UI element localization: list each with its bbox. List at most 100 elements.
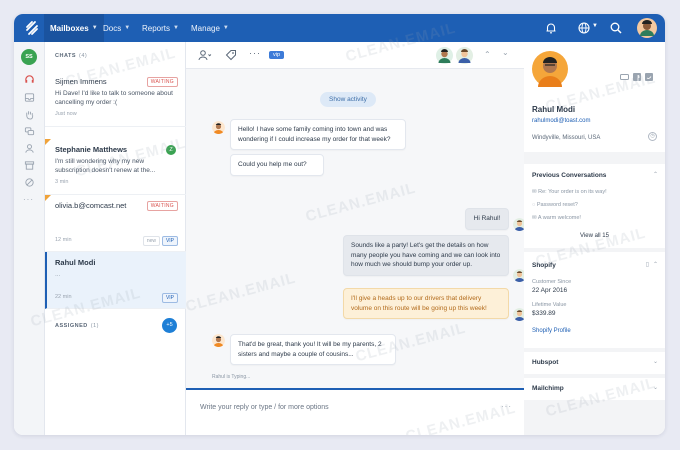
assigned-count: (1) [90,323,99,329]
lifetime-value-label: Lifetime Value [532,302,567,308]
agent-message: Hi Rahul! [465,208,509,230]
chat-item[interactable]: Stephanie Matthews Z I'm still wondering… [45,139,186,195]
blocked-icon[interactable] [24,177,35,188]
inbox-icon[interactable] [24,92,35,103]
twitter-icon[interactable] [645,73,653,81]
conversation-link-label: Password reset? [536,202,578,208]
customer-avatar [212,121,225,134]
nav-reports-label: Reports [142,23,171,33]
chevron-down-icon: ▼ [173,25,179,31]
customer-message: That'd be great, thank you! It will be m… [230,334,396,365]
person-icon[interactable] [24,143,35,154]
chevron-down-icon: ⌄ [652,385,658,391]
conversation-link-label: A warm welcome! [537,215,581,221]
conversation-link[interactable]: ✉ A warm welcome! [532,215,581,221]
chat-list-panel: CHATS (4) Sijmen Immens WAITING Hi Dave! … [45,42,186,435]
mobile-icon[interactable] [620,74,629,81]
chevron-up-icon[interactable]: ⌃ [653,171,658,178]
trash-icon[interactable]: ▯ [646,261,649,268]
search-icon[interactable] [609,21,623,35]
chat-item-time: 3 min [55,179,69,185]
hubspot-title: Hubspot [532,359,559,366]
customer-avatar[interactable] [436,47,453,64]
status-badge: WAITING [146,201,178,211]
internal-note-message: I'll give a heads up to our drivers that… [343,288,509,319]
nav-mailboxes[interactable]: Mailboxes ▼ [44,14,104,42]
nav-manage-label: Manage [191,23,220,33]
chat-item-time: Just now [55,111,77,117]
previous-conversations-title[interactable]: Previous Conversations [532,172,606,179]
shopify-title[interactable]: Shopify [532,262,556,269]
app-window: Mailboxes ▼ Docs ▼ Reports ▼ Manage ▼ ▼ SS ·… [14,14,665,435]
reply-input[interactable]: Write your reply or type / for more opti… [200,404,329,411]
profile-avatar [532,51,568,87]
chat-item-selected[interactable]: Rahul Modi ... 22 min VIP [45,252,186,309]
nav-manage[interactable]: Manage ▼ [191,14,229,42]
user-avatar[interactable] [637,18,657,38]
customer-avatar [212,334,225,347]
conversation-tag[interactable]: vip [269,51,285,59]
chat-item-time: 12 min [55,237,72,243]
chevron-down-icon[interactable]: ⌄ [502,48,509,57]
chevron-up-icon[interactable]: ⌃ [484,50,491,59]
reply-options-icon[interactable]: ··· [501,402,512,411]
headset-icon[interactable] [24,74,35,85]
helpscout-logo-icon[interactable] [24,20,40,36]
customer-message: Could you help me out? [230,154,324,176]
reply-area[interactable]: Write your reply or type / for more opti… [186,388,524,435]
chat-item[interactable]: Sijmen Immens WAITING Hi Dave! I'd like … [45,71,186,127]
globe-icon[interactable] [577,21,591,35]
profile-card: Rahul Modi rahulmodi@toast.com Windyvill… [524,42,665,152]
conversation-link[interactable]: ◌ Password reset? [532,202,578,208]
mailchimp-title: Mailchimp [532,385,564,392]
nav-docs[interactable]: Docs ▼ [103,14,130,42]
chats-header-label: CHATS [55,53,77,59]
more-options-icon[interactable]: ··· [249,48,261,58]
customer-message: Hello! I have some family coming into to… [230,119,406,150]
facebook-icon[interactable] [633,73,641,81]
profile-email[interactable]: rahulmodi@toast.com [532,118,590,124]
assigned-more-badge[interactable]: +5 [162,318,177,333]
assigned-label: ASSIGNED [55,323,88,329]
customer-since-value: 22 Apr 2016 [532,287,568,294]
archive-icon[interactable] [24,160,35,171]
vip-badge: VIP [161,293,178,303]
view-all-conversations-link[interactable]: View all 15 [524,233,665,239]
customer-profile-panel: Rahul Modi rahulmodi@toast.com Windyvill… [524,42,665,435]
assignee-avatar: Z [166,145,176,155]
chat-item-name: olivia.b@comcast.net [55,201,127,210]
assigned-section-header[interactable]: ASSIGNED (1) [55,323,99,329]
bell-icon[interactable] [544,21,558,35]
conversation-link[interactable]: ✉ Re: Your order is on its way! [532,189,607,195]
hubspot-card[interactable]: Hubspot ⌄ [524,352,665,374]
agent-avatar[interactable] [456,47,473,64]
conversation-panel: ··· vip ⌃ ⌄ Show activity Hello! I have … [186,42,526,435]
lifetime-value: $339.89 [532,310,556,317]
customer-since-label: Customer Since [532,279,572,285]
hand-icon[interactable] [24,109,35,120]
chevron-down-icon: ▼ [124,25,131,31]
top-navigation-bar: Mailboxes ▼ Docs ▼ Reports ▼ Manage ▼ ▼ [14,14,665,42]
more-icon[interactable]: ··· [23,195,34,204]
nav-mailboxes-label: Mailboxes [50,23,89,33]
show-activity-button[interactable]: Show activity [320,92,376,107]
profile-location: Windyville, Missouri, USA [532,135,601,141]
clock-icon[interactable]: ◷ [648,132,657,141]
tag-icon[interactable] [225,49,237,61]
envelope-icon: ✉ [532,215,537,221]
chat-item[interactable]: olivia.b@comcast.net WAITING 12 min new … [45,195,186,252]
assign-user-icon[interactable] [198,49,212,61]
chat-icon: ◌ [532,202,536,208]
chat-item-preview: I'm still wondering why my new subscript… [55,158,156,174]
tag-badge: new [142,236,160,246]
chat-item-preview: Hi Dave! I'd like to talk to someone abo… [55,90,173,106]
profile-name: Rahul Modi [532,105,576,114]
chat-bubbles-icon[interactable] [24,126,35,137]
mailchimp-card[interactable]: Mailchimp ⌄ [524,378,665,400]
chevron-down-icon: ▼ [91,25,98,31]
nav-reports[interactable]: Reports ▼ [142,14,179,42]
chat-item-name: Stephanie Matthews [55,145,128,154]
shopify-profile-link[interactable]: Shopify Profile [532,328,571,334]
chevron-up-icon[interactable]: ⌃ [653,261,658,268]
mailbox-avatar[interactable]: SS [21,49,37,65]
